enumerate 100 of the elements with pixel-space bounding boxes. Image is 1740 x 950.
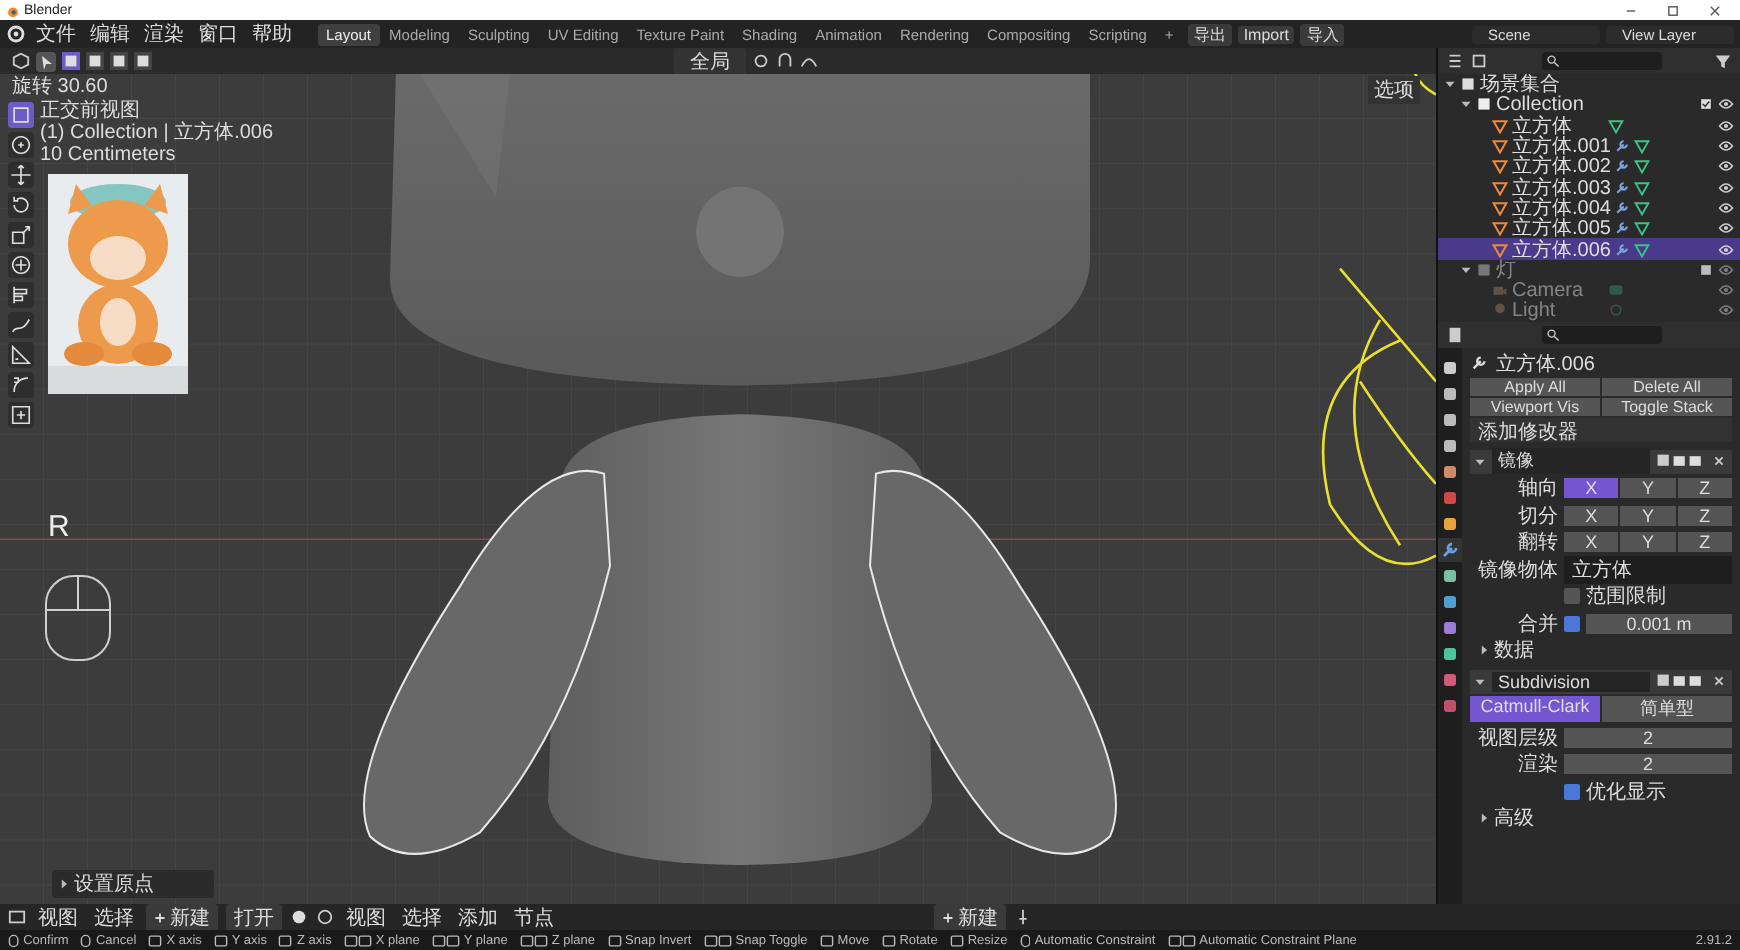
axis-toggle[interactable]: X	[1564, 532, 1619, 552]
search-field[interactable]	[1541, 52, 1661, 70]
blender-logo-icon[interactable]	[6, 24, 26, 44]
eye-icon[interactable]	[1718, 241, 1734, 258]
chevron-down-icon[interactable]	[1474, 675, 1486, 687]
eye-icon[interactable]	[1718, 220, 1734, 237]
outliner-icon[interactable]	[1446, 52, 1464, 70]
eye-icon[interactable]	[1718, 117, 1734, 134]
scale-tool-icon[interactable]	[8, 222, 34, 248]
file-button[interactable]: 导出	[1187, 23, 1232, 45]
outliner-row[interactable]: Light	[1438, 300, 1740, 322]
close-icon[interactable]	[1708, 3, 1722, 17]
new-button[interactable]: 新建	[146, 903, 218, 931]
method-tab[interactable]: 简单型	[1602, 696, 1732, 722]
chevron-down-icon[interactable]	[1460, 263, 1472, 276]
checkbox-icon[interactable]	[1698, 96, 1714, 113]
stack-button[interactable]: Delete All	[1602, 377, 1732, 395]
menu-item[interactable]: 选择	[90, 903, 138, 931]
select-mode-icon[interactable]	[134, 52, 152, 70]
properties-tab-icon[interactable]	[1438, 668, 1462, 692]
menu-item[interactable]: 文件	[32, 20, 80, 48]
checkbox[interactable]	[1564, 783, 1580, 799]
display-toggles-icon[interactable]	[1656, 672, 1704, 690]
chevron-down-icon[interactable]	[1474, 455, 1486, 467]
outliner-row[interactable]: 立方体.005	[1438, 218, 1740, 239]
modifier-name-field[interactable]: Subdivision	[1492, 671, 1650, 691]
display-mode-icon[interactable]	[1470, 52, 1488, 70]
pin-icon[interactable]	[1014, 908, 1032, 926]
cursor-icon[interactable]	[36, 51, 56, 71]
eye-icon[interactable]	[1718, 138, 1734, 155]
axis-toggle[interactable]: X	[1564, 478, 1619, 498]
method-tab[interactable]: Catmull-Clark	[1470, 696, 1600, 722]
properties-tab-icon[interactable]	[1438, 434, 1462, 458]
wrench-icon[interactable]	[1438, 538, 1462, 562]
menu-item[interactable]: 节点	[510, 903, 558, 931]
number-field[interactable]: 0.001 m	[1586, 613, 1732, 633]
outliner-row[interactable]: 立方体.001	[1438, 135, 1740, 157]
menu-item[interactable]: 添加	[454, 903, 502, 931]
eye-icon[interactable]	[1718, 158, 1734, 175]
chevron-right-icon[interactable]	[1478, 812, 1490, 824]
axis-toggle[interactable]: Z	[1677, 532, 1732, 552]
axis-toggle[interactable]: Y	[1620, 532, 1676, 552]
properties-icon[interactable]	[1446, 326, 1464, 344]
display-toggles-icon[interactable]	[1656, 452, 1704, 470]
outliner-row[interactable]: 立方体.006	[1438, 238, 1740, 260]
modifier-header[interactable]: Subdivision	[1470, 669, 1732, 693]
curve-tool-icon[interactable]	[8, 372, 34, 398]
axis-toggle[interactable]: Y	[1620, 505, 1676, 525]
chevron-right-icon[interactable]	[58, 878, 70, 890]
subpanel-title[interactable]: 数据	[1494, 636, 1534, 664]
menu-item[interactable]: 渲染	[140, 20, 188, 48]
eye-icon[interactable]	[1718, 96, 1734, 113]
properties-tab-icon[interactable]	[1438, 564, 1462, 588]
close-icon[interactable]	[1710, 672, 1728, 690]
properties-tab-icon[interactable]	[1438, 512, 1462, 536]
transform-tool-icon[interactable]	[8, 252, 34, 278]
modifier-header[interactable]: 镜像	[1470, 449, 1732, 473]
options-dropdown[interactable]: 选项	[1368, 76, 1420, 104]
select-mode-icon[interactable]	[62, 52, 80, 70]
cursor-tool-icon[interactable]	[8, 132, 34, 158]
new-material-button[interactable]: 新建	[934, 903, 1006, 931]
stack-button[interactable]: Toggle Stack	[1602, 397, 1732, 415]
select-tool-icon[interactable]	[8, 102, 34, 128]
add-tool-icon[interactable]	[8, 402, 34, 428]
annotate-tool-icon[interactable]	[8, 312, 34, 338]
editor-type-icon[interactable]	[8, 908, 26, 926]
stack-button[interactable]: Apply All	[1470, 377, 1600, 395]
axis-toggle[interactable]: Y	[1620, 478, 1676, 498]
search-field[interactable]	[1541, 326, 1661, 344]
select-mode-icon[interactable]	[110, 52, 128, 70]
checkbox[interactable]	[1564, 615, 1580, 631]
close-icon[interactable]	[1710, 452, 1728, 470]
properties-tab-icon[interactable]	[1438, 616, 1462, 640]
number-field[interactable]: 2	[1564, 727, 1732, 747]
orientation-dropdown[interactable]: 全局	[674, 47, 746, 75]
maximize-icon[interactable]	[1666, 3, 1680, 17]
axis-toggle[interactable]: X	[1564, 505, 1619, 525]
subpanel-title[interactable]: 高级	[1494, 804, 1534, 832]
outliner-row[interactable]: 立方体.002	[1438, 156, 1740, 177]
file-button[interactable]: Import	[1237, 25, 1295, 43]
stack-button[interactable]: Viewport Vis	[1470, 397, 1600, 415]
sphere-icon[interactable]	[290, 908, 308, 926]
measure-tool-icon[interactable]	[8, 342, 34, 368]
cube-icon[interactable]	[12, 52, 30, 70]
outliner-row[interactable]: 场景集合	[1438, 74, 1740, 95]
eye-icon[interactable]	[1718, 199, 1734, 216]
circle-icon[interactable]	[316, 908, 334, 926]
properties-tab-icon[interactable]	[1438, 356, 1462, 380]
properties-tab-icon[interactable]	[1438, 408, 1462, 432]
outliner-row[interactable]: 灯	[1438, 259, 1740, 280]
pivot-icon[interactable]	[752, 52, 770, 70]
filter-icon[interactable]	[1714, 52, 1732, 70]
checkbox-icon[interactable]	[1698, 261, 1714, 278]
chevron-right-icon[interactable]	[1478, 644, 1490, 656]
axis-toggle[interactable]: Z	[1677, 478, 1732, 498]
menu-item[interactable]: 视图	[342, 903, 390, 931]
rotate-tool-icon[interactable]	[8, 192, 34, 218]
properties-tab-icon[interactable]	[1438, 460, 1462, 484]
outliner-row[interactable]: Camera	[1438, 279, 1740, 301]
select-mode-icon[interactable]	[86, 52, 104, 70]
